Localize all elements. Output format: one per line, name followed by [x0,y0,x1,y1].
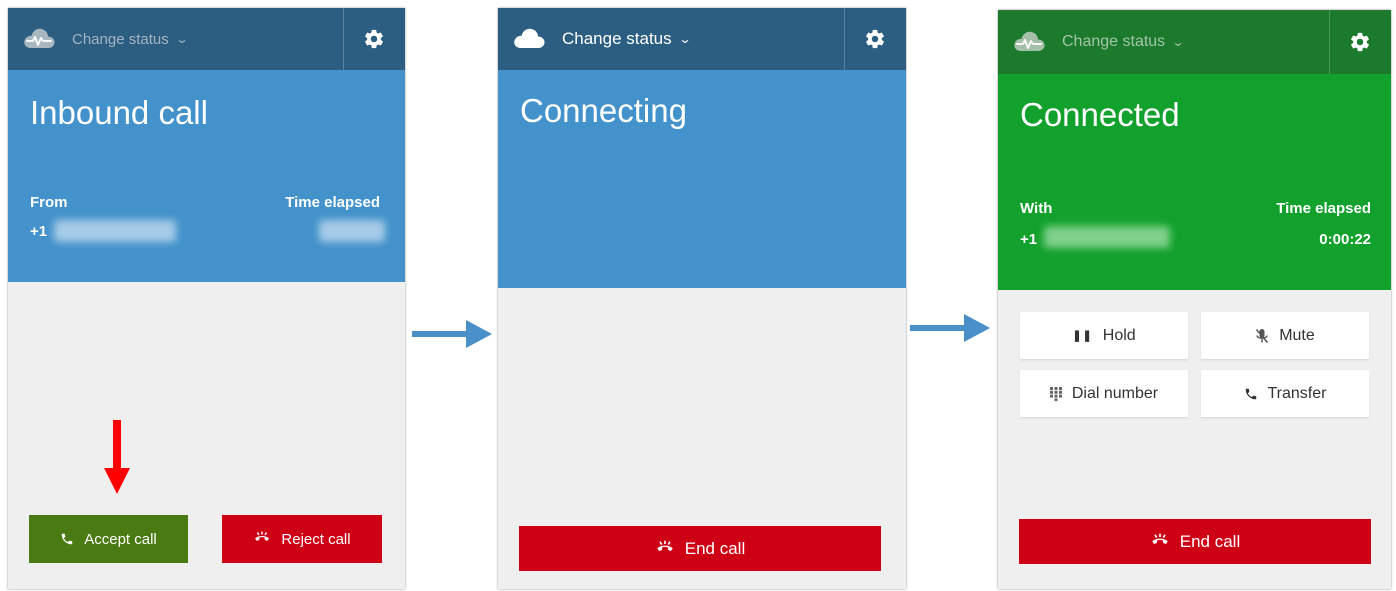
caller-phone-prefix: +1 [30,223,48,240]
panel-connecting: Change status ⌄ Connecting End call [498,8,906,589]
from-label: From [30,194,68,211]
change-status-dropdown[interactable]: Change status ⌄ [562,29,692,49]
keypad-icon [1049,386,1062,401]
cloud-heartbeat-icon [22,26,56,52]
end-call-label: End call [684,538,746,558]
down-arrow-indicator [102,418,132,496]
flow-arrow-right [908,312,992,344]
flow-arrow-right [410,318,494,350]
settings-button[interactable] [1329,10,1391,74]
ccp-header: Change status ⌄ [8,8,405,70]
gear-icon [363,28,385,50]
page-title: Connecting [520,92,687,129]
mute-label: Mute [1279,326,1315,344]
redacted-phone-number [1044,226,1170,248]
page-title: Connected [1020,96,1180,133]
dial-number-label: Dial number [1071,384,1159,402]
phone-icon [60,532,74,546]
dial-number-button[interactable]: Dial number [1020,370,1188,418]
chevron-down-icon: ⌄ [1171,35,1185,49]
settings-button[interactable] [844,8,906,70]
accept-call-button[interactable]: Accept call [29,515,188,563]
transfer-icon [1244,387,1258,401]
change-status-dropdown[interactable]: Change status ⌄ [72,30,189,48]
end-call-label: End call [1179,531,1241,551]
redacted-time-elapsed [319,220,385,242]
change-status-label: Change status [1062,33,1166,50]
cloud-heartbeat-icon [1012,29,1046,55]
gear-icon [864,28,886,50]
hold-label: Hold [1102,326,1136,344]
ccp-header: Change status ⌄ [998,10,1391,74]
pause-icon: ❚❚ [1072,330,1093,342]
gear-icon [1349,31,1371,53]
caller-phone-prefix: +1 [1020,231,1038,248]
mic-off-icon [1255,328,1269,344]
call-status-hero: Connected With Time elapsed +1 0:00:22 [998,74,1391,290]
change-status-dropdown[interactable]: Change status ⌄ [1062,33,1185,51]
panel-inbound-call: Change status ⌄ Inbound call From Time e… [8,8,405,589]
accept-call-label: Accept call [84,530,157,548]
hangup-icon [1150,532,1170,552]
reject-call-label: Reject call [281,530,351,548]
change-status-label: Change status [72,30,169,48]
chevron-down-icon: ⌄ [678,32,692,46]
settings-button[interactable] [343,8,405,70]
cloud-heartbeat-icon [512,26,546,52]
transfer-label: Transfer [1267,384,1327,402]
end-call-button[interactable]: End call [519,526,881,571]
mute-button[interactable]: Mute [1201,312,1369,360]
time-elapsed-label: Time elapsed [285,194,380,211]
time-elapsed-label: Time elapsed [1276,200,1371,217]
ccp-header: Change status ⌄ [498,8,906,70]
hangup-icon [253,530,271,548]
time-elapsed-value: 0:00:22 [1319,231,1371,248]
panel-connected: Change status ⌄ Connected With Time elap… [998,10,1391,589]
chevron-down-icon: ⌄ [175,32,189,46]
call-status-hero: Connecting [498,70,906,288]
page-title: Inbound call [30,94,208,131]
with-label: With [1020,200,1053,217]
hold-button[interactable]: ❚❚ Hold [1020,312,1188,360]
redacted-phone-number [54,220,176,242]
end-call-button[interactable]: End call [1019,519,1371,564]
hangup-icon [655,539,675,559]
call-status-hero: Inbound call From Time elapsed +1 [8,70,405,282]
transfer-button[interactable]: Transfer [1201,370,1369,418]
change-status-label: Change status [562,29,672,48]
reject-call-button[interactable]: Reject call [222,515,382,563]
